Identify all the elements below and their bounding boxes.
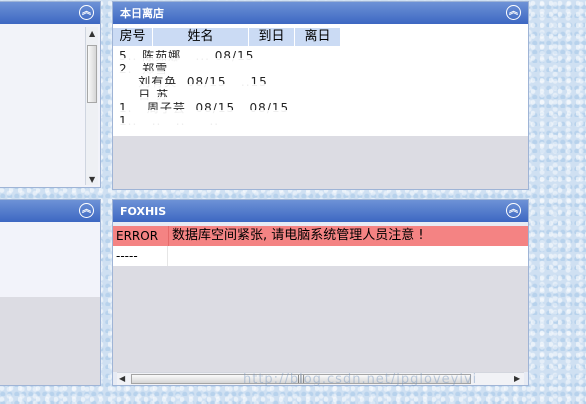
departure-table-rows-obscured: 5.. 陈茹娜 ... 08/15 2. 郑雪 刘有奂 08/15 ..15 日… xyxy=(119,50,354,130)
vertical-scrollbar[interactable]: ▲ ▼ xyxy=(85,27,98,185)
departure-table: 房号 姓名 到日 离日 5.. 陈茹娜 ... 08/15 2. 郑雪 刘有奂 … xyxy=(113,24,528,136)
scroll-right-arrow-icon[interactable]: ▶ xyxy=(514,374,520,383)
departure-panel-title: 本日离店 xyxy=(120,7,164,20)
foxhis-panel-empty-area xyxy=(113,266,528,372)
message-level: ERROR xyxy=(116,229,159,243)
double-chevron-up-icon[interactable]: ︽ xyxy=(506,5,521,20)
column-header-room[interactable]: 房号 xyxy=(113,28,153,46)
column-header-arrival[interactable]: 到日 xyxy=(249,28,295,46)
scroll-up-arrow-icon[interactable]: ▲ xyxy=(89,29,95,38)
message-row-error[interactable]: ERROR 数据库空间紧张, 请电脑系统管理人员注意 ! xyxy=(113,226,528,246)
column-header-name[interactable]: 姓名 xyxy=(153,28,249,46)
double-chevron-up-icon[interactable]: ︽ xyxy=(506,203,521,218)
message-text: 数据库空间紧张, 请电脑系统管理人员注意 ! xyxy=(168,226,528,246)
departure-panel-empty-area xyxy=(113,136,528,189)
left-top-panel: ︽ ▲ ▼ xyxy=(0,1,101,188)
left-bottom-panel-content xyxy=(0,222,100,297)
left-bottom-panel: ︽ xyxy=(0,199,101,386)
departure-table-header: 房号 姓名 到日 离日 xyxy=(113,28,528,46)
foxhis-panel: FOXHIS ︽ ERROR 数据库空间紧张, 请电脑系统管理人员注意 ! --… xyxy=(112,199,529,386)
departure-panel: 本日离店 ︽ 房号 姓名 到日 离日 5.. 陈茹娜 ... 08/15 2. … xyxy=(112,1,529,190)
message-row[interactable]: ----- xyxy=(113,246,528,266)
column-header-departure[interactable]: 离日 xyxy=(295,28,341,46)
message-level: ----- xyxy=(113,246,168,266)
left-bottom-panel-empty-area xyxy=(0,297,100,385)
scrollbar-thumb[interactable] xyxy=(87,45,97,103)
left-bottom-panel-header: ︽ xyxy=(0,200,100,222)
double-chevron-up-icon[interactable]: ︽ xyxy=(79,203,94,218)
scroll-down-arrow-icon[interactable]: ▼ xyxy=(89,175,95,184)
foxhis-panel-title: FOXHIS xyxy=(120,204,167,218)
scroll-left-arrow-icon[interactable]: ◀ xyxy=(119,374,125,383)
watermark: http://blog.csdn.net/jpgloveyivi xyxy=(243,372,478,387)
foxhis-panel-header: FOXHIS ︽ xyxy=(113,200,528,222)
double-chevron-up-icon[interactable]: ︽ xyxy=(79,5,94,20)
departure-panel-header: 本日离店 ︽ xyxy=(113,2,528,24)
left-top-panel-header: ︽ xyxy=(0,2,100,24)
